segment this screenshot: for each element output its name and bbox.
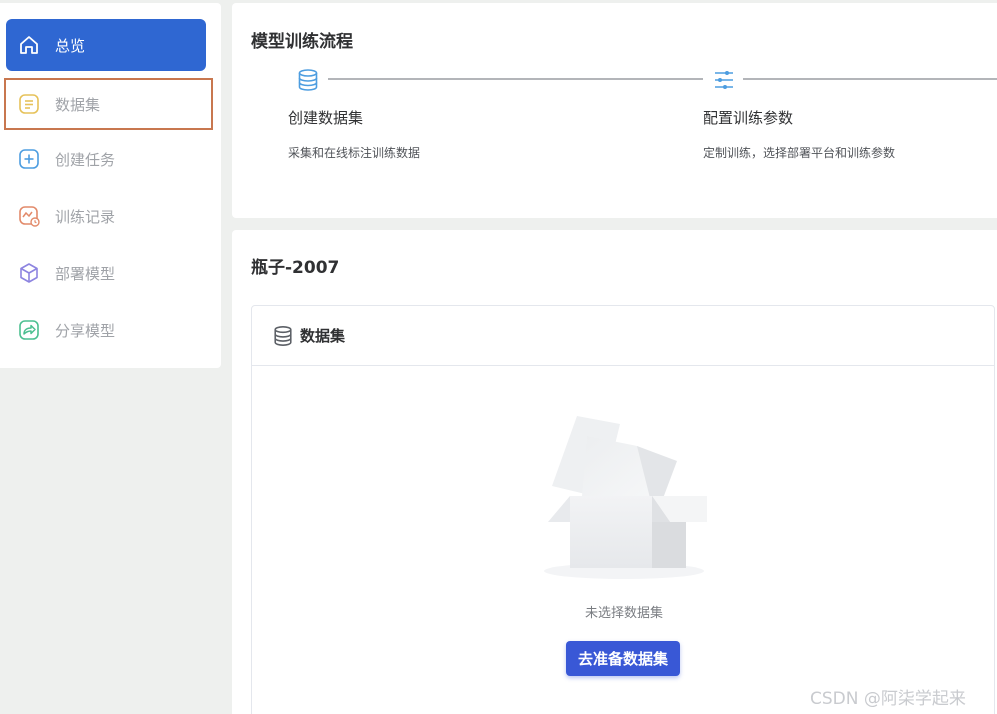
database-icon — [272, 325, 294, 347]
project-title: 瓶子-2007 — [251, 258, 340, 278]
document-icon — [16, 91, 42, 117]
workflow-title: 模型训练流程 — [251, 32, 353, 52]
sidebar-item-label: 数据集 — [55, 95, 101, 114]
sidebar-item-label: 创建任务 — [55, 150, 116, 169]
sidebar: 总览 数据集 创建任务 训练记录 部署模型 分享模型 — [0, 3, 221, 368]
plus-icon — [16, 146, 42, 172]
sidebar-item-deploy-model[interactable]: 部署模型 — [6, 247, 206, 299]
chart-clock-icon — [16, 203, 42, 229]
card-header-title: 数据集 — [300, 327, 346, 345]
step-description: 定制训练，选择部署平台和训练参数 — [703, 146, 896, 160]
sliders-icon — [712, 68, 736, 92]
empty-box-illustration — [542, 416, 707, 586]
dataset-card: 数据集 未选择数据集 去准备数据集 — [251, 305, 995, 714]
step-title: 配置训练参数 — [703, 109, 794, 127]
empty-state-text: 未选择数据集 — [584, 606, 663, 621]
workflow-panel: 模型训练流程 创建数据集 采集和在线标注训练数据 配置训练参数 定制训练，选择部… — [232, 3, 997, 218]
sidebar-item-share-model[interactable]: 分享模型 — [6, 304, 206, 356]
share-icon — [16, 317, 42, 343]
step-connector — [328, 78, 703, 80]
watermark: CSDN @阿柒学起来 — [810, 689, 966, 709]
sidebar-item-label: 训练记录 — [55, 207, 116, 226]
step-description: 采集和在线标注训练数据 — [288, 146, 421, 160]
prepare-dataset-button[interactable]: 去准备数据集 — [566, 641, 680, 676]
cube-icon — [16, 260, 42, 286]
card-header: 数据集 — [252, 306, 994, 366]
sidebar-item-training-records[interactable]: 训练记录 — [6, 190, 206, 242]
database-icon — [297, 68, 319, 92]
sidebar-item-datasets[interactable]: 数据集 — [4, 78, 213, 130]
sidebar-item-label: 部署模型 — [55, 264, 116, 283]
sidebar-item-label: 总览 — [55, 36, 86, 55]
sidebar-item-label: 分享模型 — [55, 321, 116, 340]
step-title: 创建数据集 — [288, 109, 364, 127]
home-icon — [16, 32, 42, 58]
sidebar-item-create-task[interactable]: 创建任务 — [6, 133, 206, 185]
step-connector — [743, 78, 997, 80]
sidebar-item-overview[interactable]: 总览 — [6, 19, 206, 71]
